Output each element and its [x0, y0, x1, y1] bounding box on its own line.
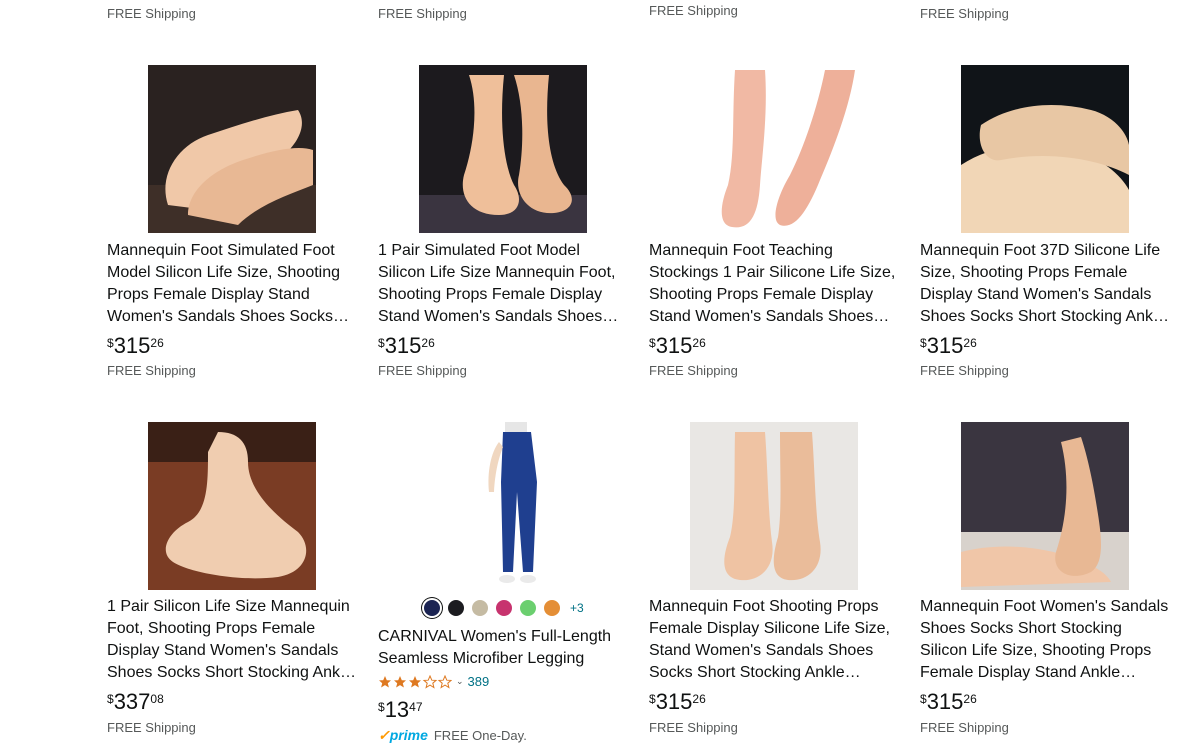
shipping-label: FREE Shipping: [649, 3, 738, 18]
product-price: $ 13 47: [378, 699, 423, 721]
price-fraction: 08: [150, 692, 164, 706]
price-symbol: $: [107, 336, 114, 350]
product-image[interactable]: [690, 422, 858, 590]
product-image-link[interactable]: [920, 65, 1170, 233]
price-symbol: $: [649, 336, 656, 350]
shipping-label: FREE Shipping: [107, 6, 196, 21]
price-fraction: 26: [692, 336, 706, 350]
price-symbol: $: [920, 336, 927, 350]
product-title[interactable]: Mannequin Foot Simulated Foot Model Sili…: [107, 240, 357, 328]
price-whole: 13: [384, 697, 410, 722]
product-image-link[interactable]: [378, 65, 628, 233]
price-symbol: $: [649, 692, 656, 706]
price-fraction: 26: [150, 336, 164, 350]
price-whole: 315: [655, 333, 693, 358]
rating[interactable]: ⌄ 389: [378, 674, 489, 689]
product-image-link[interactable]: [107, 65, 357, 233]
product-title[interactable]: CARNIVAL Women's Full-Length Seamless Mi…: [378, 626, 628, 670]
shipping-label: FREE Shipping: [920, 720, 1009, 735]
product-image-link[interactable]: [920, 422, 1170, 590]
product-image[interactable]: [961, 422, 1129, 590]
shipping-label: FREE Shipping: [920, 6, 1009, 21]
color-swatch[interactable]: [496, 600, 512, 616]
shipping-label: FREE Shipping: [107, 363, 196, 378]
price-whole: 315: [926, 689, 964, 714]
product-image[interactable]: [419, 65, 587, 233]
product-image[interactable]: [961, 65, 1129, 233]
chevron-down-icon[interactable]: ⌄: [456, 676, 464, 687]
product-image-link[interactable]: [649, 65, 899, 233]
color-swatch[interactable]: [520, 600, 536, 616]
shipping-label: FREE Shipping: [920, 363, 1009, 378]
product-price: $ 315 26: [107, 335, 164, 357]
color-swatches: +3: [424, 600, 584, 616]
product-image[interactable]: [419, 422, 587, 590]
price-fraction: 26: [963, 692, 977, 706]
price-whole: 315: [113, 333, 151, 358]
product-image[interactable]: [148, 422, 316, 590]
price-fraction: 47: [409, 700, 423, 714]
product-image-link[interactable]: [649, 422, 899, 590]
more-colors-link[interactable]: +3: [570, 601, 584, 615]
shipping-label: FREE Shipping: [378, 6, 467, 21]
price-symbol: $: [378, 336, 385, 350]
product-title[interactable]: Mannequin Foot Teaching Stockings 1 Pair…: [649, 240, 899, 328]
price-whole: 315: [384, 333, 422, 358]
color-swatch[interactable]: [424, 600, 440, 616]
price-fraction: 26: [963, 336, 977, 350]
color-swatch[interactable]: [448, 600, 464, 616]
price-symbol: $: [378, 700, 385, 714]
prime-shipping: ✓prime FREE One-Day.: [378, 727, 527, 744]
product-title[interactable]: Mannequin Foot Shooting Props Female Dis…: [649, 596, 899, 684]
price-whole: 337: [113, 689, 151, 714]
shipping-label: FREE Shipping: [649, 720, 738, 735]
product-price: $ 315 26: [378, 335, 435, 357]
prime-icon: ✓prime: [378, 727, 428, 743]
product-image[interactable]: [690, 65, 858, 233]
shipping-label: FREE Shipping: [649, 363, 738, 378]
color-swatch[interactable]: [472, 600, 488, 616]
star-rating-icon: [379, 674, 452, 689]
product-title[interactable]: Mannequin Foot Women's Sandals Shoes Soc…: [920, 596, 1170, 684]
price-fraction: 26: [692, 692, 706, 706]
product-price: $ 315 26: [920, 691, 977, 713]
price-symbol: $: [920, 692, 927, 706]
product-title[interactable]: Mannequin Foot 37D Silicone Life Size, S…: [920, 240, 1170, 328]
product-price: $ 337 08: [107, 691, 164, 713]
product-title[interactable]: 1 Pair Simulated Foot Model Silicon Life…: [378, 240, 628, 328]
price-whole: 315: [926, 333, 964, 358]
product-image[interactable]: [148, 65, 316, 233]
product-price: $ 315 26: [649, 691, 706, 713]
product-image-link[interactable]: [378, 422, 628, 590]
product-price: $ 315 26: [649, 335, 706, 357]
price-whole: 315: [655, 689, 693, 714]
price-symbol: $: [107, 692, 114, 706]
product-title[interactable]: 1 Pair Silicon Life Size Mannequin Foot,…: [107, 596, 357, 684]
color-swatch[interactable]: [544, 600, 560, 616]
prime-shipping-text: FREE One-Day.: [433, 728, 527, 743]
product-price: $ 315 26: [920, 335, 977, 357]
shipping-label: FREE Shipping: [107, 720, 196, 735]
price-fraction: 26: [421, 336, 435, 350]
product-image-link[interactable]: [107, 422, 357, 590]
shipping-label: FREE Shipping: [378, 363, 467, 378]
rating-count[interactable]: 389: [468, 674, 490, 689]
